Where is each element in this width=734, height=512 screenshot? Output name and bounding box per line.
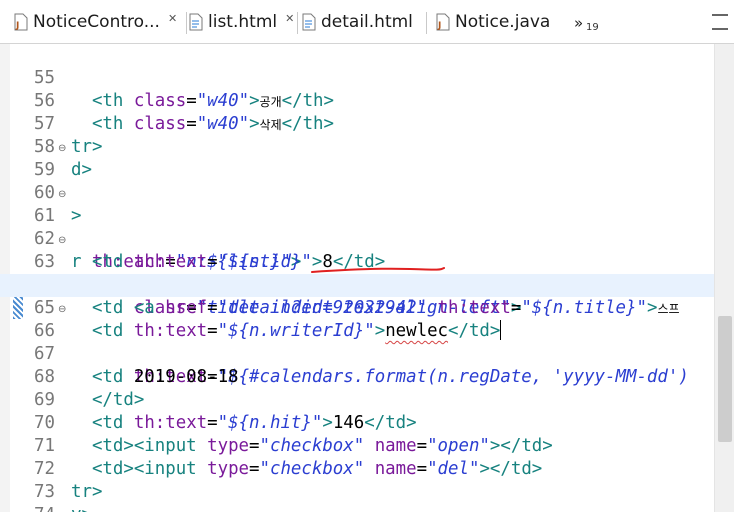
html-file-icon [189, 13, 203, 31]
svg-text:J: J [15, 21, 19, 31]
tab-detail-html[interactable]: detail.html [302, 0, 426, 44]
code-line[interactable]: 64 <a href="detail?id=92032942" th:text=… [0, 251, 714, 318]
close-icon[interactable]: ✕ [285, 12, 294, 25]
line-content: y> [71, 504, 92, 512]
close-icon[interactable]: ✕ [168, 12, 177, 25]
code-line[interactable]: 55 <th class="w40">공개</th> [0, 44, 714, 111]
svg-text:J: J [437, 21, 441, 31]
java-class-file-icon: J [436, 13, 450, 31]
tab-label: list.html [208, 12, 278, 32]
code-line[interactable]: 66 ⊖ <td th:text="${#calendars.format(n.… [0, 297, 714, 387]
code-line[interactable]: 73 y> [0, 458, 714, 512]
line-number: 74 [34, 504, 66, 512]
tab-list-html[interactable]: list.html ✕ [189, 0, 297, 44]
view-menu-icon[interactable] [712, 28, 728, 30]
code-line[interactable]: 69 <td th:text="${n.hit}">146</td> [0, 366, 714, 433]
code-line[interactable]: 62 <td th:text="${n.id}">8</td> [0, 205, 714, 272]
code-line[interactable]: 63 ⊖ <td class="title indent text-align-… [0, 228, 714, 318]
editor-tab-bar: J NoticeContro... ✕ list.html ✕ detail.h… [0, 0, 734, 44]
vertical-scrollbar[interactable] [714, 44, 734, 512]
code-line[interactable]: 71 <td><input type="checkbox" name="del"… [0, 412, 714, 479]
java-file-icon: J [14, 13, 28, 31]
code-line[interactable]: 67 2019-08-18 [0, 320, 714, 387]
fold-toggle-icon[interactable]: ⊖ [58, 229, 66, 252]
code-line[interactable]: 57 tr> [0, 90, 714, 157]
code-line[interactable]: 59 ⊖ > [0, 136, 714, 226]
code-line[interactable]: 68 </td> [0, 343, 714, 410]
tab-notice-controller[interactable]: J NoticeContro... ✕ [14, 0, 186, 44]
tab-label: Notice.java [455, 12, 551, 32]
tab-notice-java[interactable]: J Notice.java [436, 0, 566, 44]
tab-divider [297, 12, 298, 34]
fold-toggle-icon[interactable]: ⊖ [58, 183, 66, 206]
tab-overflow-count: 19 [586, 22, 599, 33]
tab-overflow-button[interactable]: » [574, 14, 583, 32]
tab-label: NoticeContro... [33, 12, 160, 32]
code-line[interactable]: 61 ⊖ r th:each="n:${list}"> [0, 182, 714, 272]
code-line-current[interactable]: 65 <td th:text="${n.writerId}">newlec</t… [0, 274, 714, 341]
code-line[interactable]: 74 [0, 481, 714, 512]
tab-divider [186, 12, 187, 34]
code-line[interactable]: 56 <th class="w40">삭제</th> [0, 67, 714, 134]
tab-label: detail.html [321, 12, 413, 32]
code-line[interactable]: 58 d> [0, 113, 714, 180]
minimize-icon[interactable] [712, 14, 728, 16]
tab-divider [426, 12, 427, 34]
html-file-icon [302, 13, 316, 31]
fold-toggle-icon[interactable]: ⊖ [58, 137, 66, 160]
fold-toggle-icon[interactable]: ⊖ [58, 298, 66, 321]
code-editor[interactable]: 55 <th class="w40">공개</th> 56 <th class=… [0, 44, 714, 512]
code-line[interactable]: 72 tr> [0, 435, 714, 502]
scrollbar-thumb[interactable] [718, 316, 732, 442]
code-line[interactable]: 60 [0, 159, 714, 203]
code-line[interactable]: 70 <td><input type="checkbox" name="open… [0, 389, 714, 456]
